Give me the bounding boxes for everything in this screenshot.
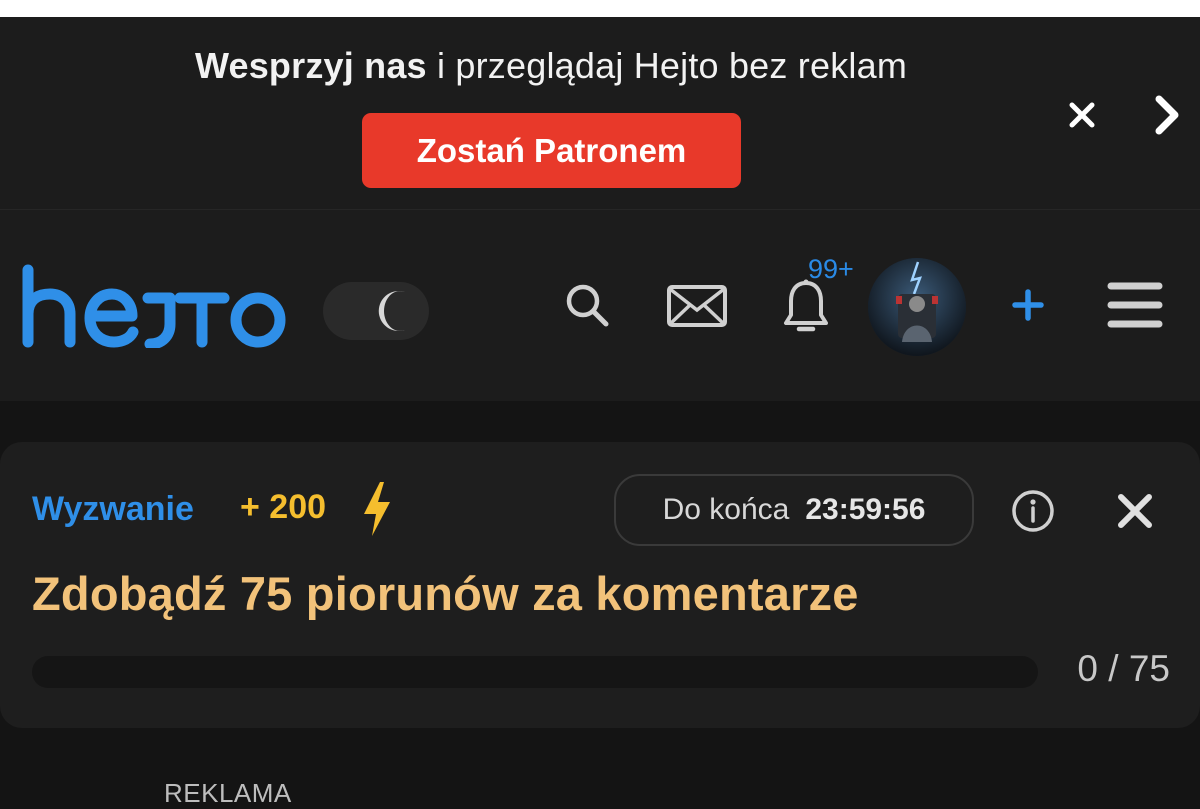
challenge-progress-bar — [32, 656, 1038, 688]
site-header: 99+ — [0, 209, 1200, 401]
close-icon[interactable] — [1114, 490, 1156, 532]
challenge-timer: Do końca 23:59:56 — [614, 474, 974, 546]
lightning-icon — [364, 482, 390, 536]
banner-message-bold: Wesprzyj nas — [194, 45, 427, 86]
moon-icon — [378, 291, 405, 331]
chevron-right-icon[interactable] — [1145, 91, 1189, 139]
challenge-progress-text: 0 / 75 — [1077, 648, 1170, 689]
notifications-badge: 99+ — [808, 254, 854, 284]
banner-message-rest: i przeglądaj Hejto bez reklam — [426, 45, 908, 86]
top-strip — [0, 0, 1200, 17]
close-icon[interactable] — [1062, 95, 1102, 135]
banner-message: Wesprzyj nas i przeglądaj Hejto bez rekl… — [0, 45, 1102, 87]
avatar[interactable] — [868, 258, 966, 356]
theme-toggle[interactable] — [323, 282, 429, 340]
plus-icon[interactable] — [1005, 282, 1051, 328]
challenge-label: Wyzwanie — [32, 490, 194, 528]
bell-icon[interactable] — [780, 276, 832, 338]
info-icon[interactable] — [1010, 488, 1056, 534]
challenge-card: Wyzwanie + 200 Do końca 23:59:56 Zdobądź… — [0, 442, 1200, 728]
menu-icon[interactable] — [1104, 276, 1166, 334]
timer-value: 23:59:56 — [805, 493, 926, 526]
challenge-points: + 200 — [240, 488, 327, 526]
become-patron-button[interactable]: Zostań Patronem — [362, 113, 741, 188]
timer-label: Do końca — [662, 493, 790, 526]
search-icon[interactable] — [562, 280, 612, 330]
mail-icon[interactable] — [664, 282, 730, 330]
hejto-logo[interactable] — [20, 264, 288, 348]
challenge-title: Zdobądź 75 piorunów za komentarze — [32, 567, 859, 620]
ad-label: REKLAMA — [164, 778, 292, 808]
patron-banner: Wesprzyj nas i przeglądaj Hejto bez rekl… — [0, 17, 1200, 209]
